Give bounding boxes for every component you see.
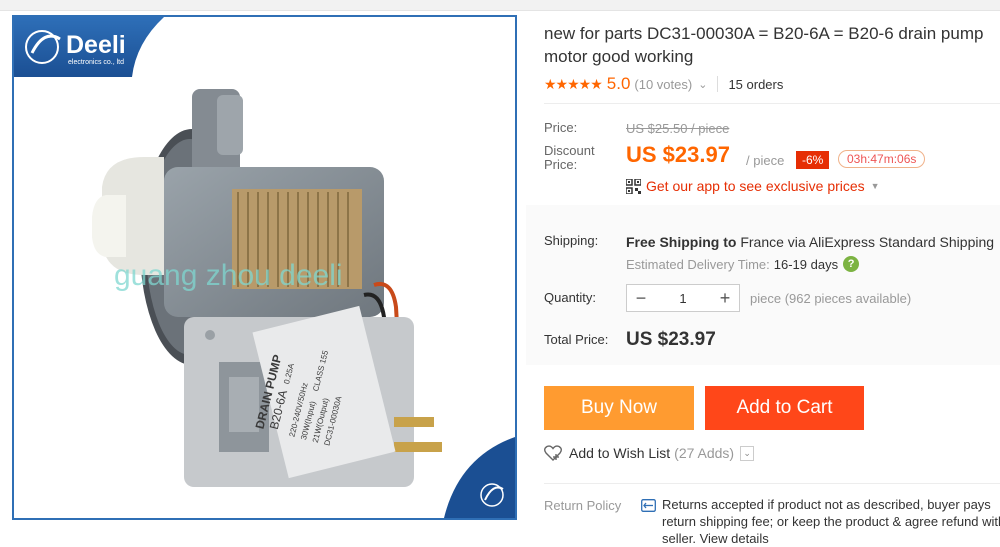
estimate-label: Estimated Delivery Time: (626, 256, 770, 272)
countdown-timer: 03h:47m:06s (838, 150, 926, 168)
total-price-label: Total Price: (544, 332, 609, 347)
watermark-text: guang zhou deeli (114, 259, 343, 292)
shipping-info[interactable]: Free Shipping to France via AliExpress S… (626, 234, 994, 250)
divider (544, 483, 1000, 484)
price-unit: / piece (746, 153, 785, 168)
order-count: 15 orders (728, 76, 784, 92)
app-promo-text: Get our app to see exclusive prices (646, 178, 865, 194)
product-photo: Deeli electronics co., ltd DRAIN PUMP B2… (14, 17, 515, 518)
chevron-down-icon[interactable]: ⌄ (698, 78, 707, 91)
wishlist-link[interactable]: Add to Wish List (27 Adds) ⌄ (544, 445, 755, 461)
wishlist-text: Add to Wish List (569, 445, 671, 461)
free-shipping-text: Free Shipping (626, 234, 720, 250)
add-to-cart-button[interactable]: Add to Cart (705, 386, 864, 430)
buy-now-button[interactable]: Buy Now (544, 386, 694, 430)
discount-price: US $23.97 (626, 142, 730, 167)
chevron-down-icon[interactable]: ⌄ (740, 445, 755, 461)
rating-votes[interactable]: (10 votes) (634, 77, 692, 92)
return-policy-icon (641, 499, 656, 512)
divider (544, 103, 1000, 104)
divider (717, 76, 719, 92)
increase-quantity-button[interactable]: + (711, 288, 739, 309)
shipping-to: to (723, 234, 737, 250)
shipping-label: Shipping: (544, 233, 599, 248)
qr-code-icon (626, 178, 641, 194)
product-title: new for parts DC31-00030A = B20-6A = B20… (544, 24, 984, 66)
wishlist-count: (27 Adds) (674, 445, 735, 461)
return-policy-text: Returns accepted if product not as descr… (662, 497, 1000, 546)
product-image[interactable]: Deeli electronics co., ltd DRAIN PUMP B2… (12, 15, 517, 520)
rating-score: 5.0 (606, 74, 631, 93)
star-rating-icon: ★★★★★ (544, 75, 603, 92)
price-label: Price: (544, 120, 578, 135)
quantity-input[interactable]: 1 (655, 291, 711, 306)
delivery-estimate: Estimated Delivery Time: 16-19 days ? (626, 256, 860, 272)
shipping-destination: France via AliExpress Standard Shipping (740, 234, 995, 250)
discount-badge: -6% (796, 151, 830, 169)
heart-plus-icon (544, 445, 562, 461)
logo-subtitle: electronics co., ltd (68, 59, 124, 66)
return-policy-label: Return Policy (544, 498, 622, 513)
corner-logo-band (444, 437, 515, 518)
estimate-days: 16-19 days (773, 256, 839, 272)
decrease-quantity-button[interactable]: − (627, 288, 655, 309)
top-strip (0, 0, 1000, 11)
help-icon[interactable]: ? (843, 256, 860, 272)
total-price: US $23.97 (626, 329, 716, 350)
logo-brand: Deeli (66, 31, 126, 59)
quantity-available: piece (962 pieces available) (750, 291, 912, 306)
discount-price-label: Discount Price: (544, 143, 595, 172)
quantity-stepper: − 1 + (626, 284, 740, 312)
app-promo-link[interactable]: Get our app to see exclusive prices ▼ (626, 178, 880, 194)
quantity-label: Quantity: (544, 290, 597, 305)
caret-down-icon: ▼ (870, 181, 880, 191)
original-price: US $25.50 / piece (626, 121, 730, 136)
rating-row: ★★★★★ 5.0 (10 votes) ⌄ 15 orders (544, 74, 783, 94)
